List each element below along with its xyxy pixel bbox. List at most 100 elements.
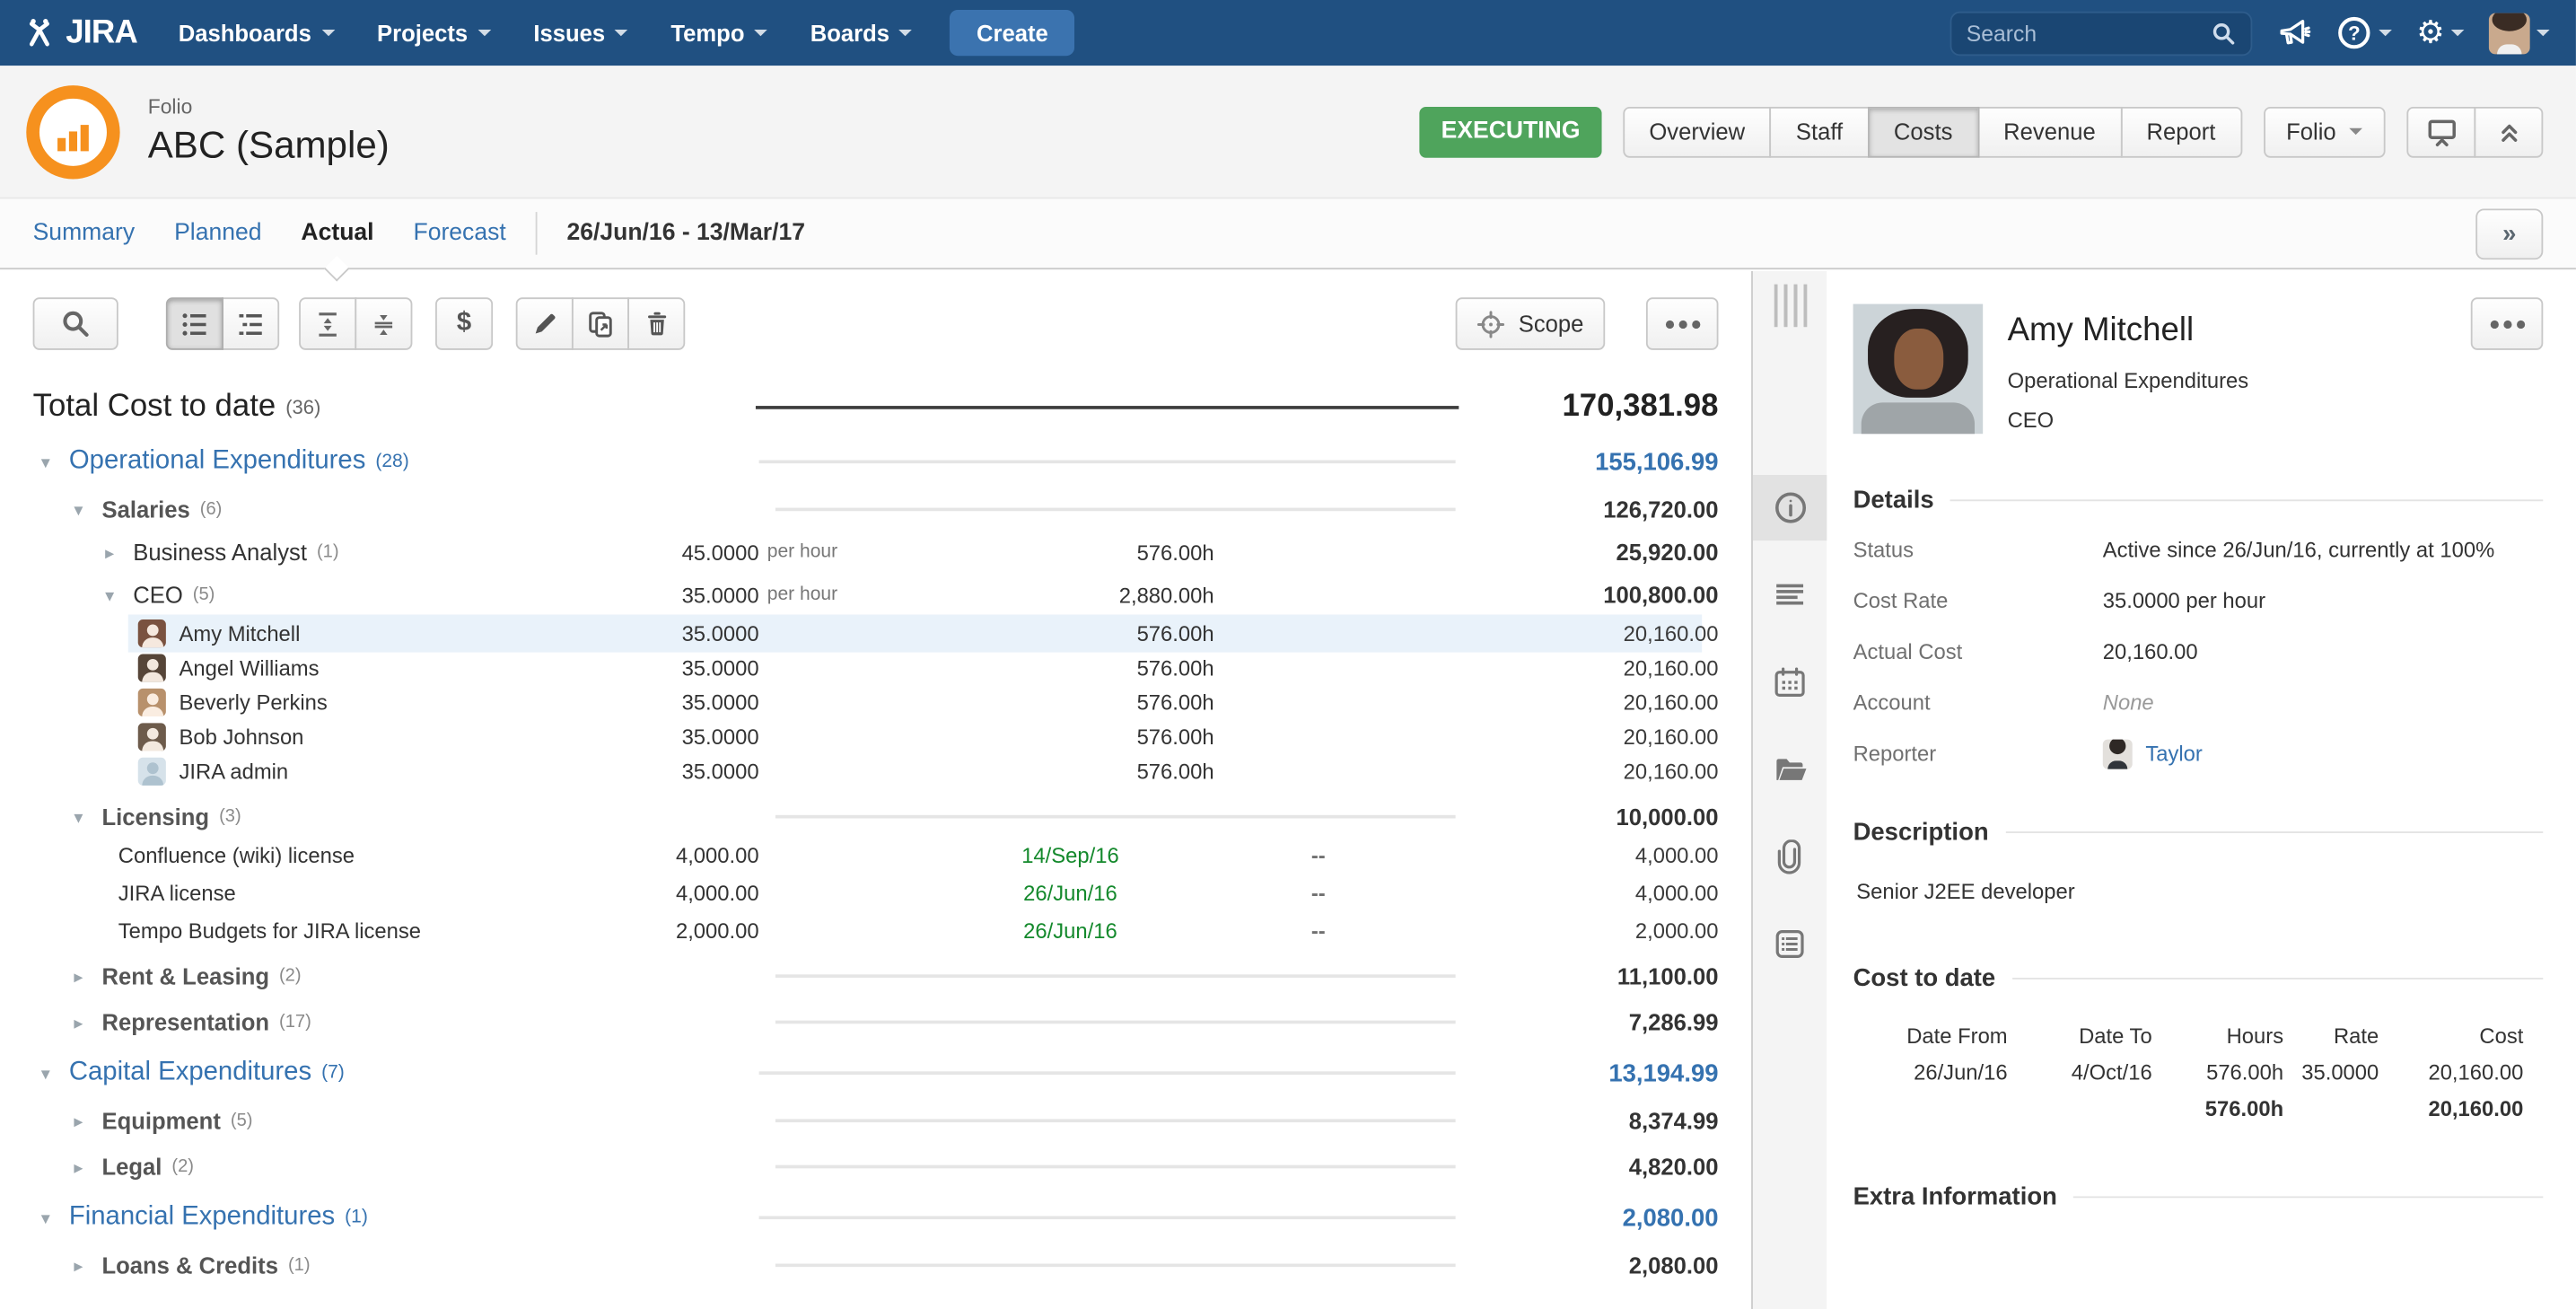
tab-revenue[interactable]: Revenue xyxy=(1977,106,2122,157)
leader-line xyxy=(775,508,1456,512)
top-nav: JIRA Dashboards Projects Issues Tempo Bo… xyxy=(0,0,2576,66)
panel-tab-folder[interactable] xyxy=(1752,736,1827,802)
table-row-expense[interactable]: Confluence (wiki) license 4,000.00 14/Se… xyxy=(33,838,1719,872)
search-input[interactable] xyxy=(1967,21,2212,45)
help-menu[interactable]: ? xyxy=(2336,14,2392,50)
nav-boards[interactable]: Boards xyxy=(789,0,933,66)
view-label: Actual xyxy=(301,220,373,246)
announcements-button[interactable] xyxy=(2277,15,2311,49)
user-menu[interactable] xyxy=(2489,13,2550,54)
caret-down-icon[interactable]: ▾ xyxy=(41,1062,69,1084)
table-row-subcategory[interactable]: ▸Legal(2) 4,820.00 xyxy=(33,1148,1719,1184)
expand-panel-button[interactable]: » xyxy=(2475,208,2543,259)
table-row-role[interactable]: ▸Business Analyst(1) 45.0000 per hour 57… xyxy=(33,531,1719,574)
view-label: Summary xyxy=(33,220,136,246)
folio-menu-button[interactable]: Folio xyxy=(2263,106,2385,157)
chevron-down-icon xyxy=(2379,30,2392,36)
table-row-person[interactable]: Beverly Perkins 35.0000 576.00h 20,160.0… xyxy=(33,685,1719,719)
table-row-category[interactable]: ▾Capital Expenditures(7) 13,194.99 xyxy=(33,1053,1719,1093)
table-row-total[interactable]: Total Cost to date(36) 170,381.98 xyxy=(33,386,1719,429)
caret-right-icon[interactable]: ▸ xyxy=(74,1012,101,1033)
flat-list-view-button[interactable] xyxy=(166,297,223,350)
row-hours: 576.00h xyxy=(861,760,1214,784)
panel-tab-worklog[interactable] xyxy=(1752,910,1827,976)
tab-report[interactable]: Report xyxy=(2120,106,2241,157)
table-row-person[interactable]: JIRA admin 35.0000 576.00h 20,160.00 xyxy=(33,754,1719,788)
edit-button[interactable] xyxy=(516,297,574,350)
expand-all-button[interactable] xyxy=(299,297,356,350)
view-mode-group xyxy=(166,297,279,350)
expand-collapse-group xyxy=(299,297,412,350)
caret-down-icon[interactable]: ▾ xyxy=(74,806,101,828)
admin-menu[interactable]: ⚙ xyxy=(2416,17,2464,48)
panel-tab-calendar[interactable] xyxy=(1752,649,1827,715)
nav-projects[interactable]: Projects xyxy=(355,0,512,66)
row-date[interactable]: 26/Jun/16 xyxy=(861,881,1214,905)
table-row-subcategory[interactable]: ▸Representation(17) 7,286.99 xyxy=(33,1004,1719,1040)
nav-dashboards[interactable]: Dashboards xyxy=(157,0,355,66)
table-row-person-selected[interactable]: Amy Mitchell 35.0000 576.00h 20,160.00 xyxy=(33,616,1719,650)
table-row-category[interactable]: ▾Operational Expenditures(28) 155,106.99 xyxy=(33,442,1719,481)
panel-tab-description[interactable] xyxy=(1752,562,1827,628)
table-row-expense[interactable]: JIRA license 4,000.00 26/Jun/16 -- 4,000… xyxy=(33,876,1719,910)
caret-down-icon[interactable]: ▾ xyxy=(105,584,133,606)
caret-right-icon[interactable]: ▸ xyxy=(74,1254,101,1276)
tab-staff[interactable]: Staff xyxy=(1770,106,1870,157)
panel-tab-details[interactable] xyxy=(1752,475,1827,540)
view-planned[interactable]: Planned xyxy=(174,198,261,268)
table-row-person[interactable]: Angel Williams 35.0000 576.00h 20,160.00 xyxy=(33,651,1719,685)
person-role: CEO xyxy=(2008,408,2249,432)
tree-list-view-button[interactable] xyxy=(222,297,279,350)
caret-down-icon[interactable]: ▾ xyxy=(41,451,69,472)
nav-issues[interactable]: Issues xyxy=(513,0,650,66)
table-row-expense[interactable]: Tempo Budgets for JIRA license 2,000.00 … xyxy=(33,914,1719,948)
reporter-link[interactable]: Taylor xyxy=(2103,740,2203,769)
search-box[interactable] xyxy=(1950,11,2252,55)
table-more-button[interactable] xyxy=(1646,297,1719,350)
table-row-subcategory[interactable]: ▾Salaries(6) 126,720.00 xyxy=(33,491,1719,527)
row-cost: 155,106.99 xyxy=(1472,448,1719,476)
table-row-category[interactable]: ▾Financial Expenditures(1) 2,080.00 xyxy=(33,1198,1719,1237)
presentation-mode-button[interactable] xyxy=(2406,106,2475,157)
table-row-subcategory[interactable]: ▾Licensing(3) 10,000.00 xyxy=(33,799,1719,835)
jira-logo[interactable]: JIRA xyxy=(0,14,157,52)
table-search-button[interactable] xyxy=(33,297,118,350)
search-icon[interactable] xyxy=(2211,21,2235,45)
scope-button[interactable]: Scope xyxy=(1456,297,1605,350)
leader-line xyxy=(756,406,1459,409)
collapse-header-button[interactable] xyxy=(2474,106,2543,157)
row-dash: -- xyxy=(1214,843,1472,867)
clone-button[interactable] xyxy=(572,297,629,350)
caret-right-icon[interactable]: ▸ xyxy=(74,1110,101,1131)
caret-down-icon[interactable]: ▾ xyxy=(41,1207,69,1228)
nav-tempo[interactable]: Tempo xyxy=(650,0,789,66)
panel-more-button[interactable] xyxy=(2471,297,2544,350)
table-row-subcategory[interactable]: ▸Equipment(5) 8,374.99 xyxy=(33,1103,1719,1138)
view-summary[interactable]: Summary xyxy=(33,198,136,268)
table-row-subcategory[interactable]: ▸Loans & Credits(1) 2,080.00 xyxy=(33,1247,1719,1283)
chevron-down-icon xyxy=(899,30,913,36)
date-range[interactable]: 26/Jun/16 - 13/Mar/17 xyxy=(566,220,805,246)
panel-tab-attachments[interactable] xyxy=(1752,823,1827,889)
row-date[interactable]: 14/Sep/16 xyxy=(861,843,1214,867)
row-date[interactable]: 26/Jun/16 xyxy=(861,918,1214,943)
create-button[interactable]: Create xyxy=(951,10,1074,56)
view-actual[interactable]: Actual xyxy=(301,198,373,268)
view-forecast[interactable]: Forecast xyxy=(413,198,505,268)
caret-right-icon[interactable]: ▸ xyxy=(74,965,101,987)
caret-right-icon[interactable]: ▸ xyxy=(105,541,133,563)
table-row-subcategory[interactable]: ▸Rent & Leasing(2) 11,100.00 xyxy=(33,958,1719,994)
tab-costs[interactable]: Costs xyxy=(1868,106,1979,157)
status-badge[interactable]: EXECUTING xyxy=(1420,106,1601,157)
panel-drag-handle[interactable] xyxy=(1774,285,1807,328)
currency-button[interactable]: $ xyxy=(435,297,493,350)
table-row-role[interactable]: ▾CEO(5) 35.0000 per hour 2,880.00h 100,8… xyxy=(33,574,1719,617)
caret-right-icon[interactable]: ▸ xyxy=(74,1156,101,1178)
tab-overview[interactable]: Overview xyxy=(1623,106,1771,157)
collapse-all-button[interactable] xyxy=(355,297,412,350)
table-row-person[interactable]: Bob Johnson 35.0000 576.00h 20,160.00 xyxy=(33,720,1719,754)
col-header: Rate xyxy=(2283,1019,2379,1055)
caret-down-icon[interactable]: ▾ xyxy=(74,498,101,520)
megaphone-icon xyxy=(2277,15,2311,49)
delete-button[interactable] xyxy=(627,297,685,350)
